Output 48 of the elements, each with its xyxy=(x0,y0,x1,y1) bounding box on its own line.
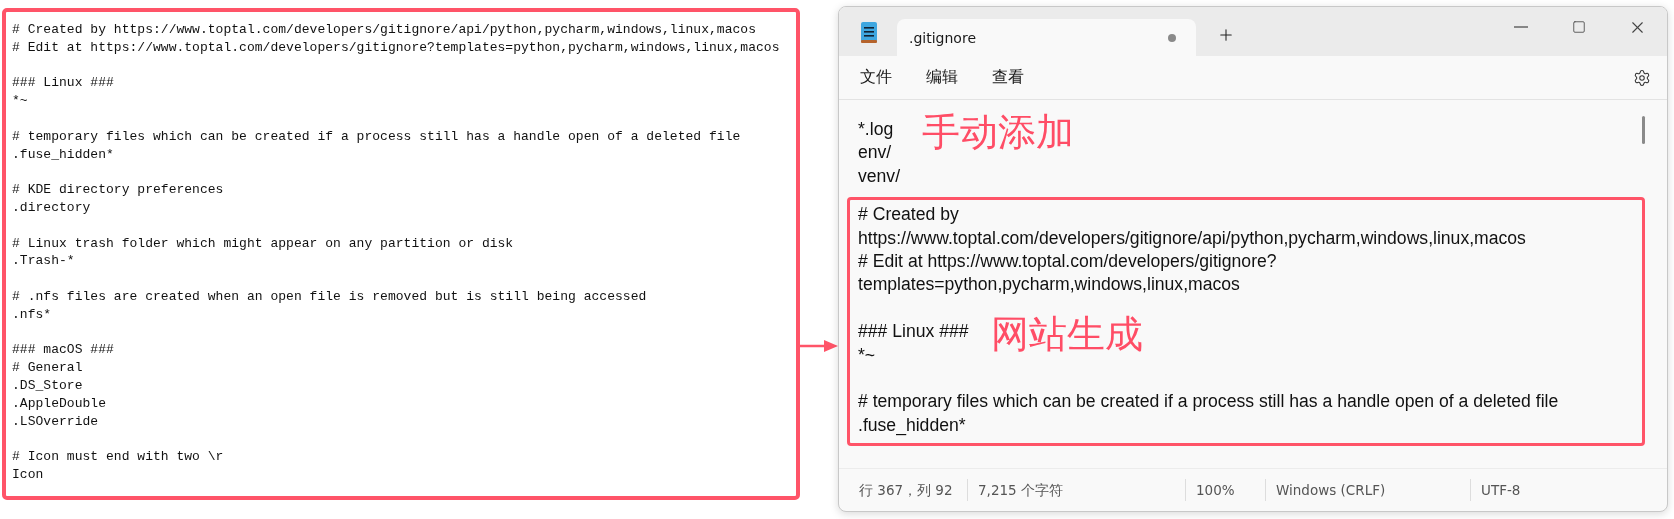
code-line: .LSOverride xyxy=(12,412,100,431)
code-line: # Created by https://www.toptal.com/developers/gitignore/api/python,pycharm,windows,linux,macos xyxy=(12,21,757,39)
code-line: # General xyxy=(12,359,84,377)
code-line: # Icon must end with two \r xyxy=(12,448,225,466)
maximize-icon xyxy=(1572,20,1586,34)
code-line: # Edit at https://www.toptal.com/developers/gitignore?templates=python,pycharm,windows,linux,macos xyxy=(12,38,781,57)
text-line: # Created by xyxy=(858,203,960,227)
text-line: *~ xyxy=(858,343,877,367)
notepad-icon xyxy=(859,20,879,44)
text-line: templates=python,pycharm,windows,linux,macos xyxy=(858,273,1241,297)
code-line: # .nfs files are created when an open file is removed but is still being accessed xyxy=(12,287,648,306)
code-line: Icon xyxy=(12,465,45,484)
annotation: 网站生成 xyxy=(990,314,1143,355)
text-line: env/ xyxy=(858,141,893,165)
text-line: venv/ xyxy=(858,164,901,188)
menu-item[interactable]: 编辑 xyxy=(917,63,967,92)
settings-icon xyxy=(1633,68,1651,87)
code-line: ### macOS ### xyxy=(12,341,115,360)
text-line: # temporary files which can be created if a process still has a handle open of a deleted file xyxy=(858,390,1559,414)
code-line: # temporary files which can be created if a process still has a handle open of a deleted file xyxy=(12,127,742,146)
code-line: *~ xyxy=(12,92,29,110)
status-item: 7,215 个字符 xyxy=(967,479,1185,501)
status-item: UTF-8 xyxy=(1470,479,1667,501)
minimize-icon xyxy=(1514,26,1528,28)
status-item: 100% xyxy=(1185,479,1265,501)
code-line: .AppleDouble xyxy=(12,394,107,413)
code-line: .DS_Store xyxy=(12,376,84,395)
file-tab[interactable]: .gitignore xyxy=(897,19,1196,56)
status-item: Windows (CRLF) xyxy=(1265,479,1470,501)
code-line: .nfs* xyxy=(12,305,53,324)
text-line: https://www.toptal.com/developers/gitignore/api/python,pycharm,windows,linux,macos xyxy=(858,226,1526,250)
status-item: 行 367，列 92 xyxy=(859,481,954,500)
code-line: .Trash-* xyxy=(12,252,76,271)
code-line: ### Linux ### xyxy=(12,74,115,93)
code-line: .directory xyxy=(12,198,92,217)
plus-icon xyxy=(1217,26,1235,44)
scrollbar-thumb[interactable] xyxy=(1642,116,1645,144)
code-line: .fuse_hidden* xyxy=(12,145,115,164)
text-line: # Edit at https://www.toptal.com/developers/gitignore? xyxy=(858,250,1278,274)
menu-item[interactable]: 文件 xyxy=(851,63,901,92)
code-line: # KDE directory preferences xyxy=(12,181,225,199)
annotation: 手动添加 xyxy=(922,112,1075,152)
code-line: # Linux trash folder which might appear on any partition or disk xyxy=(12,234,515,253)
text-line: *.log xyxy=(858,118,895,141)
tab-title: .gitignore xyxy=(909,29,976,46)
menu-item[interactable]: 查看 xyxy=(983,63,1033,92)
text-line: ### Linux ### xyxy=(858,320,969,344)
text-line: .fuse_hidden* xyxy=(858,413,967,438)
